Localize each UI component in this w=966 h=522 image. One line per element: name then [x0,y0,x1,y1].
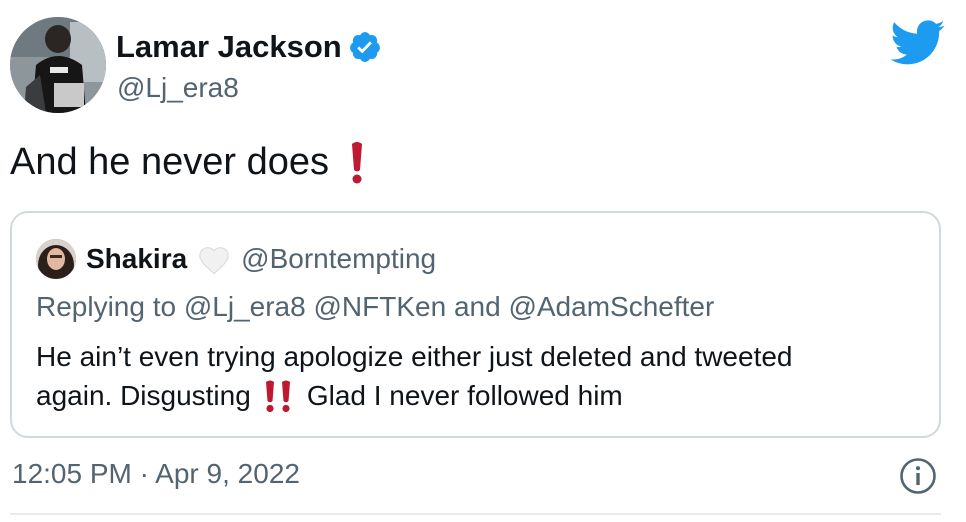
quoted-body-text: Glad I never followed him [306,380,623,411]
replying-prefix: Replying to [36,291,177,322]
quoted-tweet-card[interactable]: Shakira @Borntempting Replying to @Lj_er… [10,211,941,438]
quoted-author-name[interactable]: Shakira [86,241,187,277]
quoted-body-text: again. Disgusting [36,380,251,411]
mention-link[interactable]: @Lj_era8 [184,291,306,322]
replying-to-line: Replying to @Lj_era8 @NFTKen and @AdamSc… [36,289,714,325]
white-heart-icon [199,247,229,275]
quoted-author-handle[interactable]: @Borntempting [241,241,436,277]
author-name[interactable]: Lamar Jackson [116,28,382,66]
quoted-tweet-header: Shakira @Borntempting [86,241,436,277]
tweet-text-content: And he never does [10,141,330,183]
quoted-body-line: He ain’t even trying apologize either ju… [36,337,793,376]
tweet-timestamp[interactable]: 12:05 PM · Apr 9, 2022 [12,456,300,492]
info-icon[interactable] [899,457,937,495]
verified-badge-icon [349,32,380,62]
red-exclamation-icon [352,142,363,184]
author-avatar[interactable] [10,17,106,113]
replying-and: and [453,291,501,322]
avatar-photo [10,17,106,113]
quoted-tweet-body: He ain’t even trying apologize either ju… [36,337,793,415]
quoted-author-avatar[interactable] [36,239,76,279]
author-handle[interactable]: @Lj_era8 [117,70,239,106]
tweet-text: And he never does [10,138,367,186]
divider [10,513,941,515]
double-exclamation-icon [265,380,290,412]
twitter-bird-icon[interactable] [890,20,946,66]
quoted-avatar-photo [36,239,76,279]
mention-link[interactable]: @AdamSchefter [508,291,714,322]
quoted-body-line: again. Disgusting Glad I never followed … [36,376,793,415]
author-name-text[interactable]: Lamar Jackson [116,28,342,66]
mention-link[interactable]: @NFTKen [314,291,447,322]
quoted-body-text: He ain’t even trying apologize either ju… [36,341,793,372]
